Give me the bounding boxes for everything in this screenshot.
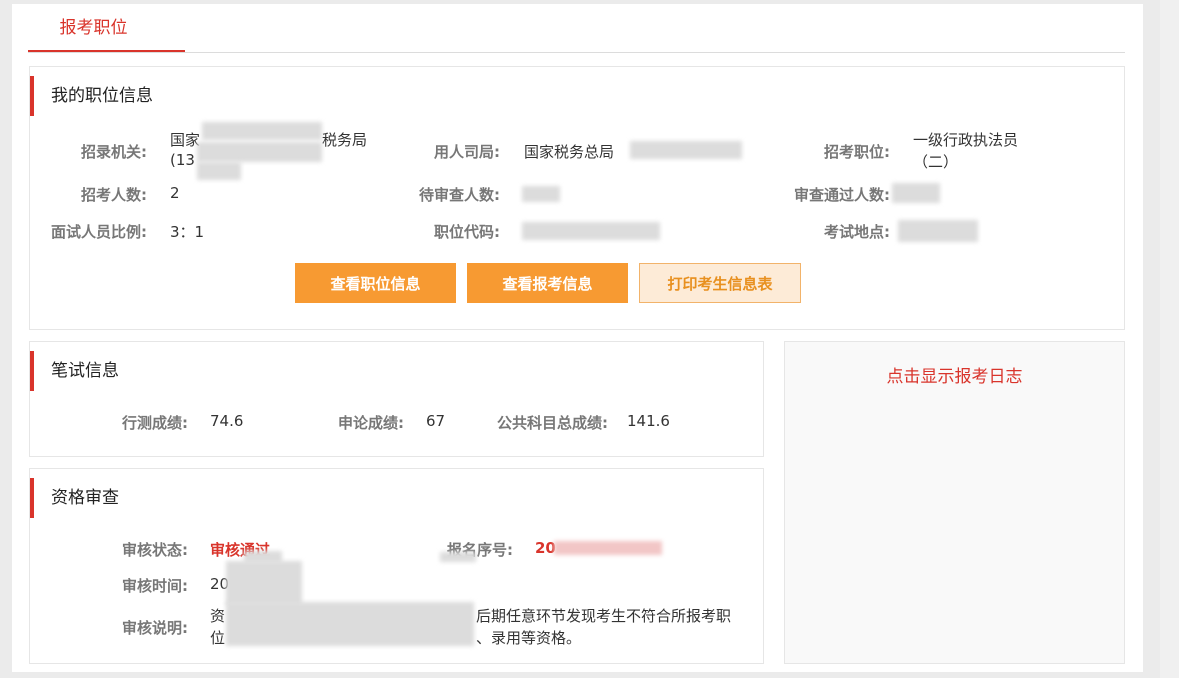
review-passed-label: 审查通过人数: [794,186,890,204]
total-score-value: 141.6 [627,412,670,430]
redacted-value [522,222,660,240]
redacted-value [898,220,978,242]
employer-value: 国家税务总局 [524,143,615,161]
post-value-line1: 一级行政执法员 [913,131,1019,149]
redacted-value [892,183,940,203]
redacted-text [630,141,742,159]
panel-title: 笔试信息 [30,351,119,391]
application-log-panel: 点击显示报考日志 [784,341,1125,664]
view-application-info-button[interactable]: 查看报考信息 [467,263,628,303]
post-label: 招考职位: [824,143,890,161]
shenlun-score-value: 67 [426,412,446,430]
panel-title: 资格审查 [30,478,119,518]
view-post-info-button[interactable]: 查看职位信息 [295,263,456,303]
redacted-text [202,122,322,140]
review-note-label: 审核说明: [122,619,188,637]
interview-ratio-label: 面试人员比例: [51,223,147,241]
review-note-line1-start: 资 [210,607,226,625]
recruit-org-value-suffix: 税务局 [322,131,368,149]
redacted-text [440,552,476,562]
review-status-label: 审核状态: [122,541,188,559]
xingce-score-label: 行测成绩: [122,414,188,432]
review-note-line1-end: 后期任意环节发现考生不符合所报考职 [476,607,732,625]
pending-review-label: 待审查人数: [419,186,500,204]
total-score-label: 公共科目总成绩: [497,414,608,432]
redacted-value [522,186,560,202]
review-note-line2-start: 位 [210,629,226,647]
page-container: 报考职位 我的职位信息 招录机关: 国家 税务局 (13 用人司局: 国家税务总… [12,4,1143,672]
xingce-score-value: 74.6 [210,412,244,430]
redacted-text [197,142,322,162]
shenlun-score-label: 申论成绩: [338,414,404,432]
exam-site-label: 考试地点: [824,223,890,241]
recruit-org-label: 招录机关: [81,143,147,161]
post-value-line2: （二） [913,153,959,171]
employer-label: 用人司局: [434,143,500,161]
recruit-org-value-line2: (13 [170,151,195,169]
review-note-line2-end: 、录用等资格。 [476,629,582,647]
redacted-text [226,602,474,646]
qualification-review-panel: 资格审查 审核状态: 审核通过 报名序号: 20 审核时间: 20 审核说明: … [29,468,764,664]
written-exam-panel: 笔试信息 行测成绩: 74.6 申论成绩: 67 公共科目总成绩: 141.6 [29,341,764,457]
tab-apply-position[interactable]: 报考职位 [28,4,185,52]
redacted-text [226,561,302,605]
headcount-value: 2 [170,184,180,202]
interview-ratio-value: 3：1 [170,223,205,241]
position-info-panel: 我的职位信息 招录机关: 国家 税务局 (13 用人司局: 国家税务总局 招考职… [29,66,1125,330]
headcount-label: 招考人数: [81,186,147,204]
serial-number-value: 20 [535,539,556,557]
post-code-label: 职位代码: [434,223,500,241]
redacted-text [554,541,662,555]
redacted-text [197,162,241,180]
show-application-log-link[interactable]: 点击显示报考日志 [785,362,1124,387]
scrollbar[interactable] [1160,0,1179,678]
recruit-org-value-line1: 国家 [170,131,201,149]
panel-title: 我的职位信息 [30,76,153,116]
review-time-label: 审核时间: [122,577,188,595]
print-candidate-form-button[interactable]: 打印考生信息表 [639,263,801,303]
tab-bar: 报考职位 [28,4,1125,53]
